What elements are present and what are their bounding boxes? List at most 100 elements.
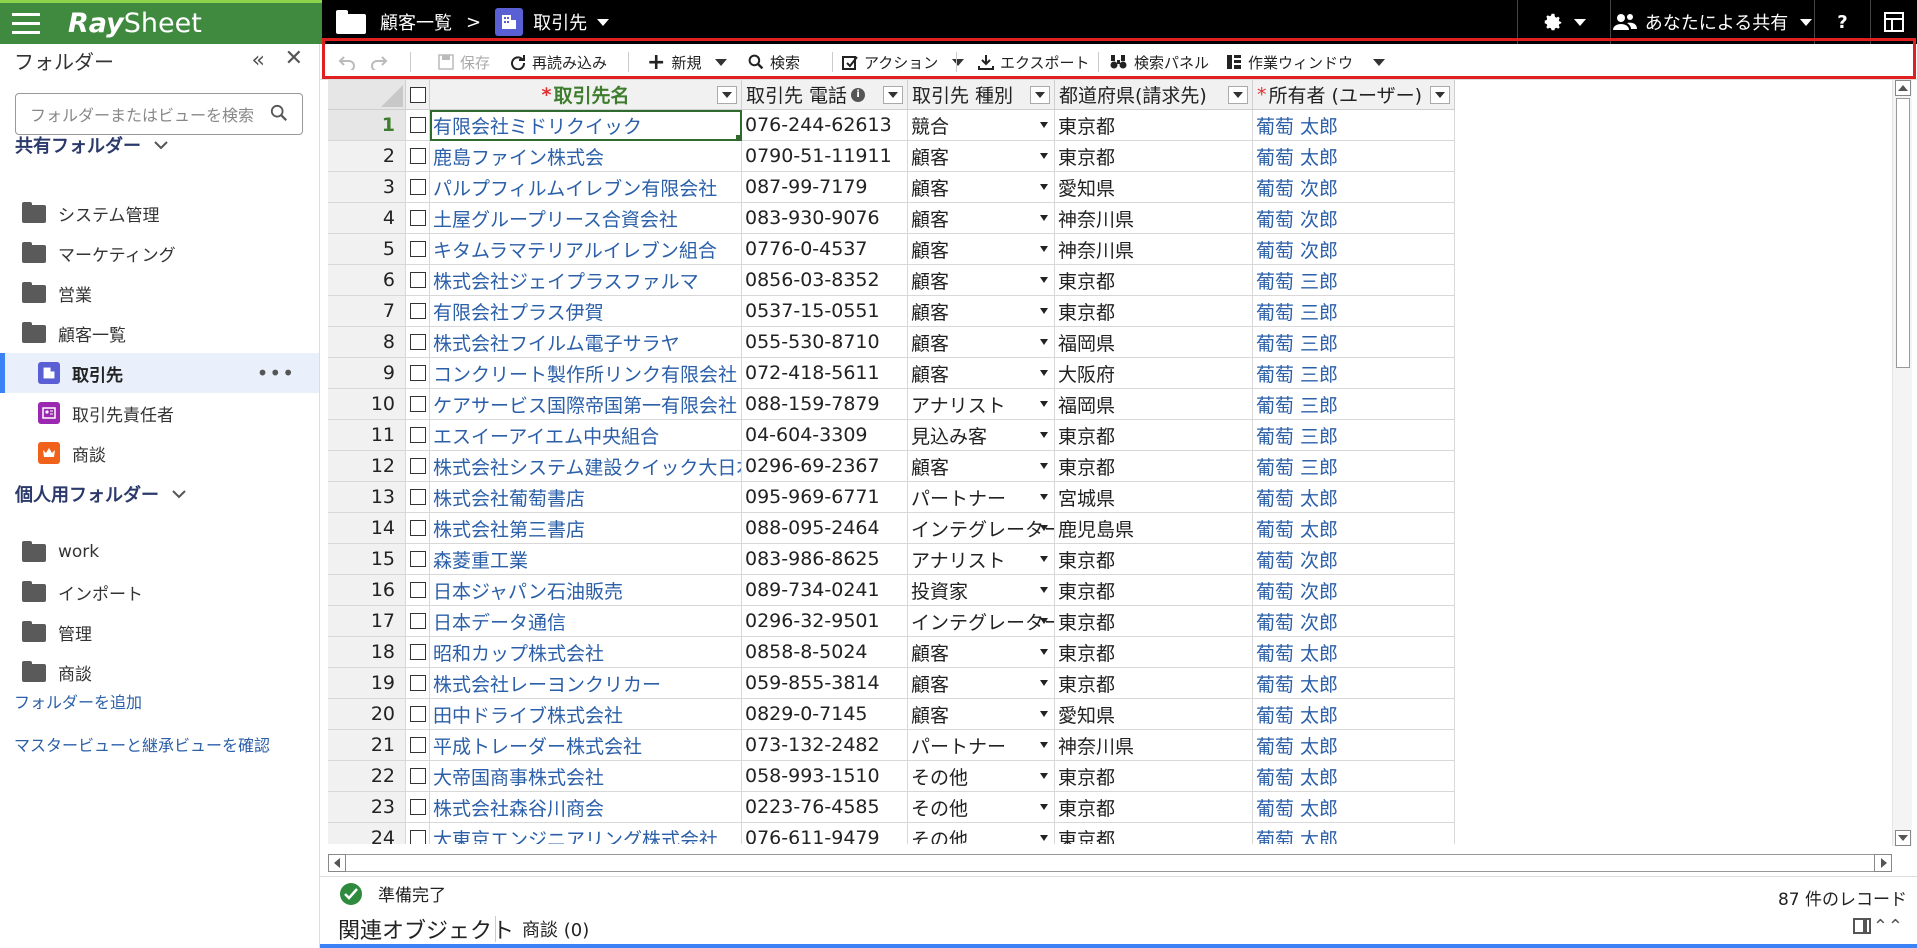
row-checkbox[interactable]	[409, 210, 426, 226]
account-name-link[interactable]: 森菱重工業	[433, 546, 528, 573]
cell-owner[interactable]: 葡萄 次郎	[1253, 172, 1455, 203]
table-row[interactable]: 9 コンクリート製作所リンク有限会社 072-418-5611 顧客 大阪府 葡萄 三郎	[328, 358, 1458, 389]
row-number[interactable]: 2	[328, 141, 406, 172]
sidebar-item-customers[interactable]: 顧客一覧	[0, 313, 319, 353]
cell-account-type[interactable]: 顧客	[908, 141, 1055, 172]
row-number[interactable]: 17	[328, 606, 406, 637]
account-name-link[interactable]: 有限会社プラス伊賀	[433, 298, 604, 325]
sidebar-item-personal-deals[interactable]: 商談	[0, 652, 319, 692]
more-options-icon[interactable]: •••	[257, 361, 295, 385]
cell-phone[interactable]: 088-095-2464	[742, 513, 908, 544]
layout-button[interactable]	[1870, 0, 1917, 44]
cell-owner[interactable]: 葡萄 太郎	[1253, 513, 1455, 544]
row-number[interactable]: 19	[328, 668, 406, 699]
table-row[interactable]: 21 平成トレーダー株式会社 073-132-2482 パートナー 神奈川県 葡萄 太郎	[328, 730, 1458, 761]
info-icon[interactable]: i	[851, 87, 866, 102]
row-number[interactable]: 6	[328, 265, 406, 296]
cell-account-type[interactable]: その他	[908, 761, 1055, 792]
cell-account-type[interactable]: 顧客	[908, 699, 1055, 730]
dropdown-arrow-icon[interactable]	[1040, 308, 1048, 314]
row-number[interactable]: 9	[328, 358, 406, 389]
row-checkbox[interactable]	[409, 706, 426, 722]
account-name-link[interactable]: 鹿島ファイン株式会	[433, 143, 604, 170]
cell-phone[interactable]: 076-611-9479	[742, 823, 908, 844]
undo-button[interactable]	[338, 44, 356, 80]
sidebar-item-admin[interactable]: 管理	[0, 612, 319, 652]
dropdown-arrow-icon[interactable]	[1040, 184, 1048, 190]
cell-account-type[interactable]: パートナー	[908, 482, 1055, 513]
cell-prefecture[interactable]: 東京都	[1055, 296, 1253, 327]
cell-account-type[interactable]: インテグレーター	[908, 513, 1055, 544]
collapse-sidebar-icon[interactable]: «	[252, 48, 265, 73]
close-icon[interactable]: ✕	[285, 46, 303, 71]
row-checkbox[interactable]	[409, 303, 426, 319]
cell-account-type[interactable]: 顧客	[908, 172, 1055, 203]
cell-phone[interactable]: 083-986-8625	[742, 544, 908, 575]
column-filter-button[interactable]	[1430, 86, 1450, 104]
export-button[interactable]: エクスポート	[978, 44, 1090, 80]
cell-account-type[interactable]: 顧客	[908, 234, 1055, 265]
account-name-link[interactable]: 株式会社第三書店	[433, 515, 585, 542]
action-button[interactable]: アクション	[842, 44, 965, 80]
scroll-up-icon[interactable]	[1895, 80, 1911, 96]
table-row[interactable]: 4 土屋グループリース合資会社 083-930-9076 顧客 神奈川県 葡萄 次郎	[328, 203, 1458, 234]
account-name-link[interactable]: コンクリート製作所リンク有限会社	[433, 360, 737, 387]
dropdown-arrow-icon[interactable]	[1040, 153, 1048, 159]
dropdown-arrow-icon[interactable]	[1040, 587, 1048, 593]
account-name-link[interactable]: 株式会社システム建設クイック大日本	[433, 453, 741, 480]
cell-owner[interactable]: 葡萄 三郎	[1253, 358, 1455, 389]
master-view-link[interactable]: マスタービューと継承ビューを確認	[14, 732, 270, 756]
table-row[interactable]: 22 大帝国商事株式会社 058-993-1510 その他 東京都 葡萄 太郎	[328, 761, 1458, 792]
cell-account-type[interactable]: パートナー	[908, 730, 1055, 761]
cell-owner[interactable]: 葡萄 三郎	[1253, 296, 1455, 327]
table-row[interactable]: 17 日本データ通信 0296-32-9501 インテグレーター 東京都 葡萄 次郎	[328, 606, 1458, 637]
cell-account-name[interactable]: 森菱重工業	[430, 544, 742, 575]
cell-account-name[interactable]: 昭和カップ株式会社	[430, 637, 742, 668]
dropdown-arrow-icon[interactable]	[1040, 804, 1048, 810]
cell-prefecture[interactable]: 東京都	[1055, 668, 1253, 699]
table-row[interactable]: 1 有限会社ミドリクイック 076-244-62613 競合 東京都 葡萄 太郎	[328, 110, 1458, 141]
row-checkbox[interactable]	[409, 520, 426, 536]
row-checkbox[interactable]	[409, 148, 426, 164]
row-checkbox[interactable]	[409, 768, 426, 784]
cell-owner[interactable]: 葡萄 太郎	[1253, 110, 1455, 141]
dropdown-arrow-icon[interactable]	[1040, 215, 1048, 221]
table-row[interactable]: 19 株式会社レーヨンクリカー 059-855-3814 顧客 東京都 葡萄 太郎	[328, 668, 1458, 699]
cell-account-name[interactable]: ケアサービス国際帝国第一有限会社	[430, 389, 742, 420]
cell-account-name[interactable]: 株式会社葡萄書店	[430, 482, 742, 513]
row-number[interactable]: 15	[328, 544, 406, 575]
account-name-link[interactable]: 日本データ通信	[433, 608, 566, 635]
row-checkbox[interactable]	[409, 241, 426, 257]
column-header-owner[interactable]: * 所有者 (ユーザー)	[1253, 80, 1455, 110]
cell-phone[interactable]: 088-159-7879	[742, 389, 908, 420]
cell-prefecture[interactable]: 東京都	[1055, 606, 1253, 637]
account-name-link[interactable]: 株式会社フイルム電子サラヤ	[433, 329, 680, 356]
horizontal-scrollbar[interactable]	[328, 854, 1892, 874]
cell-prefecture[interactable]: 東京都	[1055, 761, 1253, 792]
sidebar-item-deals[interactable]: 商談	[0, 433, 319, 473]
cell-owner[interactable]: 葡萄 太郎	[1253, 761, 1455, 792]
cell-account-type[interactable]: 顧客	[908, 265, 1055, 296]
cell-account-name[interactable]: 日本ジャパン石油販売	[430, 575, 742, 606]
row-number[interactable]: 10	[328, 389, 406, 420]
table-row[interactable]: 2 鹿島ファイン株式会 0790-51-11911 顧客 東京都 葡萄 太郎	[328, 141, 1458, 172]
cell-owner[interactable]: 葡萄 三郎	[1253, 451, 1455, 482]
cell-account-type[interactable]: 投資家	[908, 575, 1055, 606]
cell-prefecture[interactable]: 神奈川県	[1055, 203, 1253, 234]
cell-account-name[interactable]: 平成トレーダー株式会社	[430, 730, 742, 761]
cell-account-name[interactable]: 株式会社フイルム電子サラヤ	[430, 327, 742, 358]
cell-prefecture[interactable]: 神奈川県	[1055, 730, 1253, 761]
cell-prefecture[interactable]: 東京都	[1055, 110, 1253, 141]
account-name-link[interactable]: 株式会社ジェイプラスファルマ	[433, 267, 699, 294]
cell-account-name[interactable]: 株式会社第三書店	[430, 513, 742, 544]
column-header-type[interactable]: 取引先 種別	[908, 80, 1055, 110]
cell-owner[interactable]: 葡萄 太郎	[1253, 730, 1455, 761]
account-name-link[interactable]: ケアサービス国際帝国第一有限会社	[433, 391, 737, 418]
cell-account-type[interactable]: 顧客	[908, 203, 1055, 234]
column-filter-button[interactable]	[1228, 86, 1248, 104]
reload-button[interactable]: 再読み込み	[510, 44, 607, 80]
table-row[interactable]: 23 株式会社森谷川商会 0223-76-4585 その他 東京都 葡萄 太郎	[328, 792, 1458, 823]
sidebar-item-work[interactable]: work	[0, 532, 319, 572]
table-row[interactable]: 11 エスイーアイエム中央組合 04-604-3309 見込み客 東京都 葡萄 三郎	[328, 420, 1458, 451]
account-name-link[interactable]: 日本ジャパン石油販売	[433, 577, 623, 604]
